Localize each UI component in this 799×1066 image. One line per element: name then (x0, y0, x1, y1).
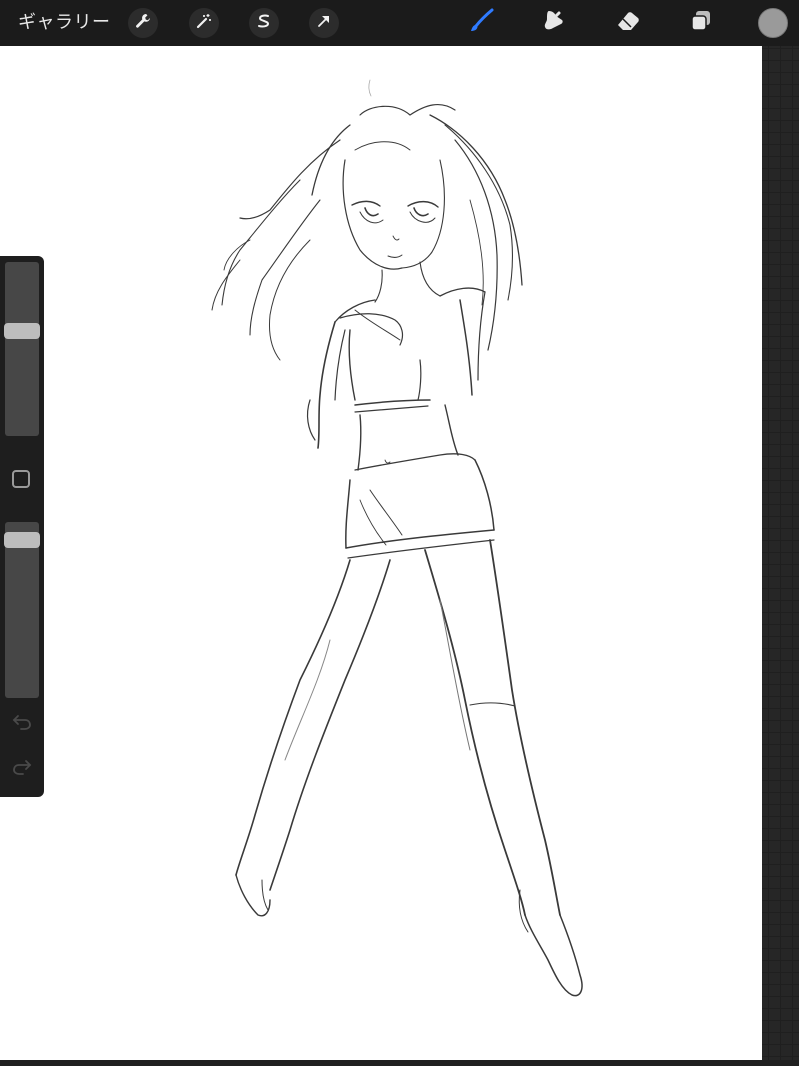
brush-size-slider[interactable] (4, 262, 40, 436)
gallery-button[interactable]: ギャラリー (18, 0, 111, 46)
side-toolbar (0, 256, 44, 797)
undo-button[interactable] (10, 712, 34, 736)
smudge-button[interactable] (537, 6, 571, 40)
eraser-icon (614, 8, 642, 38)
opacity-thumb[interactable] (4, 531, 40, 548)
sketch-drawing (211, 79, 583, 997)
adjustments-button[interactable] (189, 8, 219, 38)
redo-icon (12, 758, 32, 780)
transform-arrow-icon (316, 13, 332, 33)
color-picker-button[interactable] (758, 8, 788, 38)
opacity-slider[interactable] (4, 522, 40, 698)
selection-s-icon (256, 13, 272, 33)
actions-button[interactable] (128, 8, 158, 38)
brush-size-thumb[interactable] (4, 322, 40, 339)
square-modify-icon[interactable] (12, 470, 30, 488)
drawing-canvas[interactable] (0, 46, 762, 1060)
undo-icon (12, 713, 32, 735)
wrench-icon (135, 13, 151, 33)
layers-icon (688, 8, 714, 38)
layers-button[interactable] (684, 6, 718, 40)
brush-icon (468, 8, 494, 38)
eraser-button[interactable] (611, 6, 645, 40)
transform-button[interactable] (309, 8, 339, 38)
smudge-icon (541, 8, 567, 38)
bottom-edge (0, 1060, 799, 1066)
top-toolbar: ギャラリー (0, 0, 799, 46)
selection-button[interactable] (249, 8, 279, 38)
redo-button[interactable] (10, 757, 34, 781)
brush-button[interactable] (464, 6, 498, 40)
magic-wand-icon (196, 13, 212, 33)
